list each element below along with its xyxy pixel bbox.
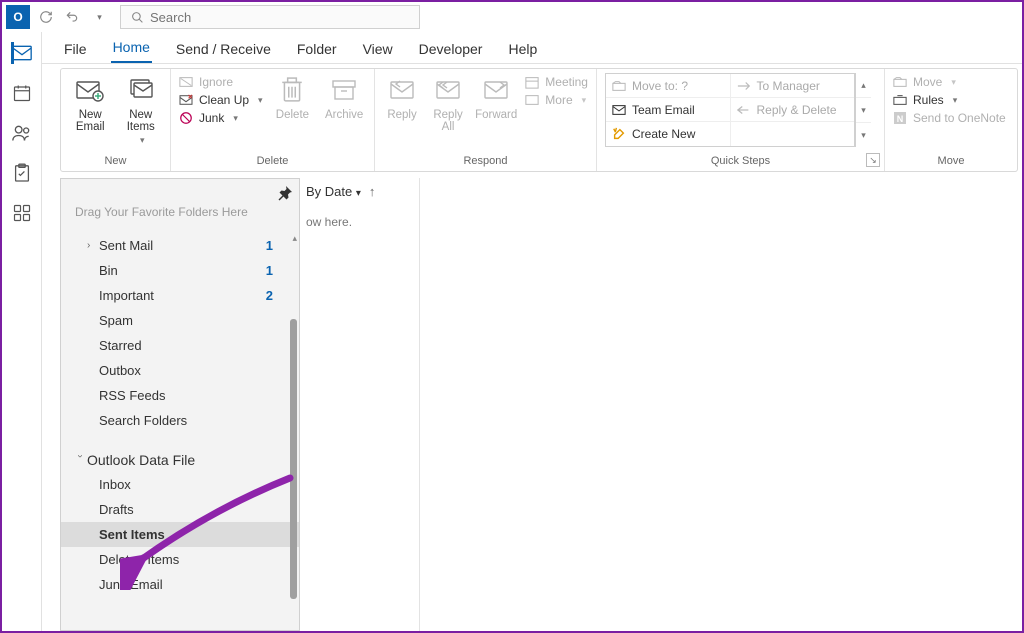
junk-button[interactable]: Junk — [179, 111, 263, 125]
new-items-button[interactable]: New Items — [120, 73, 163, 146]
search-input[interactable] — [150, 10, 409, 25]
folder-outbox[interactable]: Outbox — [61, 358, 299, 383]
message-list-pane: By Date ▾ ↑ ow here. — [300, 178, 420, 631]
archive-button[interactable]: Archive — [322, 73, 366, 121]
forward-button[interactable]: Forward — [475, 73, 517, 121]
delete-button[interactable]: Delete — [271, 73, 315, 121]
qs-team-email[interactable]: Team Email — [606, 98, 730, 121]
ignore-button[interactable]: Ignore — [179, 75, 263, 89]
meeting-button[interactable]: Meeting — [525, 75, 588, 89]
qs-move-to[interactable]: Move to: ? — [606, 74, 730, 97]
folder-important[interactable]: Important 2 — [61, 283, 299, 308]
menu-folder[interactable]: Folder — [295, 37, 339, 63]
folder-inbox[interactable]: Inbox — [61, 472, 299, 497]
undo-icon[interactable] — [62, 7, 82, 27]
quick-steps-launcher[interactable]: ↘ — [866, 153, 880, 167]
group-label-quick-steps: Quick Steps — [605, 153, 876, 171]
menu-view[interactable]: View — [361, 37, 395, 63]
folder-search-folders[interactable]: Search Folders — [61, 408, 299, 433]
qat-customize-icon[interactable] — [88, 7, 108, 27]
folder-drafts[interactable]: Drafts — [61, 497, 299, 522]
qs-create-new[interactable]: Create New — [606, 122, 730, 146]
clean-up-button[interactable]: Clean Up — [179, 93, 263, 107]
sort-by-date[interactable]: By Date ▾ — [306, 184, 361, 199]
rail-more-icon[interactable] — [11, 202, 33, 224]
reading-pane — [420, 178, 1022, 631]
menu-home[interactable]: Home — [111, 35, 152, 63]
svg-text:N: N — [897, 114, 904, 124]
qs-expand[interactable]: ▾ — [856, 123, 871, 147]
folder-sent-mail[interactable]: ›Sent Mail 1 — [61, 233, 299, 258]
respond-more-button[interactable]: More — [525, 93, 588, 107]
group-label-new: New — [69, 153, 162, 171]
rail-mail-icon[interactable] — [11, 42, 33, 64]
group-label-move: Move — [893, 153, 1009, 171]
refresh-icon[interactable] — [36, 7, 56, 27]
qs-scroll-up[interactable]: ▴ — [856, 73, 871, 98]
folder-junk-email[interactable]: Junk Email — [61, 572, 299, 597]
folder-starred[interactable]: Starred — [61, 333, 299, 358]
reply-all-button[interactable]: Reply All — [429, 73, 467, 133]
menu-send-receive[interactable]: Send / Receive — [174, 37, 273, 63]
folder-bin[interactable]: Bin 1 — [61, 258, 299, 283]
move-button[interactable]: Move — [893, 75, 1006, 89]
account-outlook-data-file[interactable]: › Outlook Data File — [61, 447, 299, 472]
qs-reply-delete[interactable]: Reply & Delete — [730, 98, 855, 121]
reply-button[interactable]: Reply — [383, 73, 421, 121]
send-to-onenote-button[interactable]: N Send to OneNote — [893, 111, 1006, 125]
menu-file[interactable]: File — [62, 37, 89, 63]
folder-rss-feeds[interactable]: RSS Feeds — [61, 383, 299, 408]
group-label-delete: Delete — [179, 153, 366, 171]
search-box[interactable] — [120, 5, 420, 29]
rail-people-icon[interactable] — [11, 122, 33, 144]
favorites-hint: Drag Your Favorite Folders Here — [61, 179, 299, 233]
empty-hint: ow here. — [306, 215, 409, 229]
rules-button[interactable]: Rules — [893, 93, 1006, 107]
new-email-button[interactable]: New Email — [69, 73, 112, 133]
sort-direction-icon[interactable]: ↑ — [369, 184, 376, 199]
group-label-respond: Respond — [383, 153, 588, 171]
folder-tree-scrollbar[interactable]: ▴ — [287, 233, 299, 630]
quick-steps-gallery[interactable]: Move to: ? To Manager Team Email — [605, 73, 855, 147]
folder-spam[interactable]: Spam — [61, 308, 299, 333]
menu-developer[interactable]: Developer — [417, 37, 485, 63]
outlook-app-icon: O — [6, 5, 30, 29]
qs-to-manager[interactable]: To Manager — [730, 74, 855, 97]
pin-icon[interactable] — [277, 185, 293, 204]
folder-deleted-items[interactable]: Deleted Items — [61, 547, 299, 572]
qs-scroll-down[interactable]: ▾ — [856, 98, 871, 123]
folder-sent-items[interactable]: Sent Items — [61, 522, 299, 547]
folder-pane: Drag Your Favorite Folders Here ›Sent Ma… — [60, 178, 300, 631]
rail-tasks-icon[interactable] — [11, 162, 33, 184]
rail-calendar-icon[interactable] — [11, 82, 33, 104]
menu-help[interactable]: Help — [506, 37, 539, 63]
